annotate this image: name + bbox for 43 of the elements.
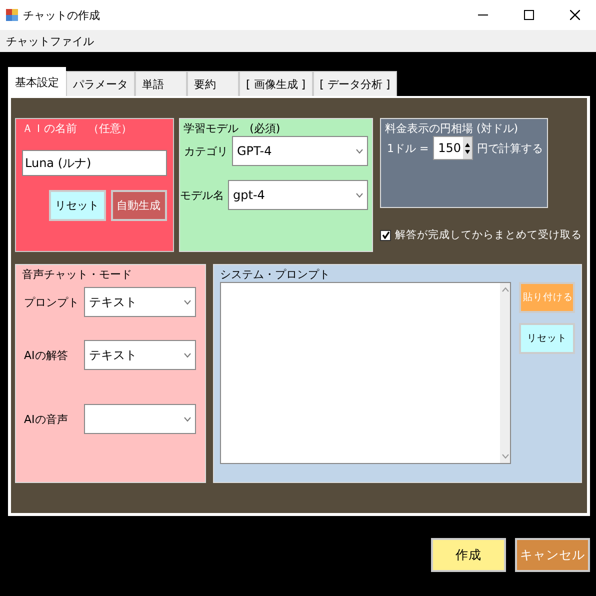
up-arrow-icon[interactable]: [465, 142, 470, 146]
group-title: ＡＩの名前 （任意）: [22, 121, 133, 136]
window-title: チャットの作成: [23, 8, 100, 22]
action-button[interactable]: リセット: [48, 190, 106, 221]
down-arrow-icon[interactable]: [465, 150, 470, 154]
dropdown[interactable]: テキスト: [84, 340, 196, 370]
checkbox[interactable]: [380, 230, 391, 240]
field-label: モデル名: [180, 188, 224, 202]
action-button[interactable]: リセット: [519, 323, 575, 354]
group-title: 料金表示の円相場 (対ドル): [385, 121, 520, 136]
tab[interactable]: 要約: [187, 71, 239, 96]
unit-label: 円で計算する: [477, 140, 543, 156]
chevron-icon: [356, 148, 363, 154]
menu-item[interactable]: チャットファイル: [6, 34, 94, 48]
field-label: AIの音声: [23, 412, 69, 426]
field-label: 1ドル =: [387, 140, 429, 156]
dialog-button[interactable]: 作成: [431, 538, 506, 572]
app-icon: [6, 9, 18, 21]
dropdown[interactable]: [84, 404, 196, 434]
chevron-icon: [184, 416, 191, 422]
tab[interactable]: 基本設定: [8, 67, 66, 96]
group-title: システム・プロンプト: [220, 267, 331, 282]
number-spinner[interactable]: 150: [432, 136, 473, 160]
tab[interactable]: パラメータ: [66, 71, 135, 96]
chevron-icon: [356, 192, 363, 198]
action-button[interactable]: 自動生成: [110, 190, 167, 221]
maximize-icon[interactable]: [524, 10, 534, 20]
close-icon[interactable]: [570, 10, 580, 20]
field-label: プロンプト: [23, 294, 80, 310]
chevron-icon: [184, 352, 191, 358]
field-label: カテゴリ: [184, 144, 228, 158]
tab[interactable]: 単語: [135, 71, 187, 96]
name-field[interactable]: Luna (ルナ): [22, 150, 167, 176]
group-title: 音声チャット・モード: [22, 267, 133, 282]
tab[interactable]: [ 画像生成 ]: [239, 71, 313, 96]
checkbox-label: 解答が完成してからまとめて受け取る: [395, 228, 582, 242]
group-title: 学習モデル (必須): [184, 121, 282, 136]
dropdown[interactable]: gpt-4: [228, 180, 368, 210]
chevron-icon: [184, 300, 191, 304]
dropdown[interactable]: GPT-4: [232, 136, 368, 166]
dropdown[interactable]: テキスト: [84, 287, 196, 317]
tab[interactable]: [ データ分析 ]: [312, 71, 398, 96]
field-label: AIの解答: [23, 348, 69, 362]
